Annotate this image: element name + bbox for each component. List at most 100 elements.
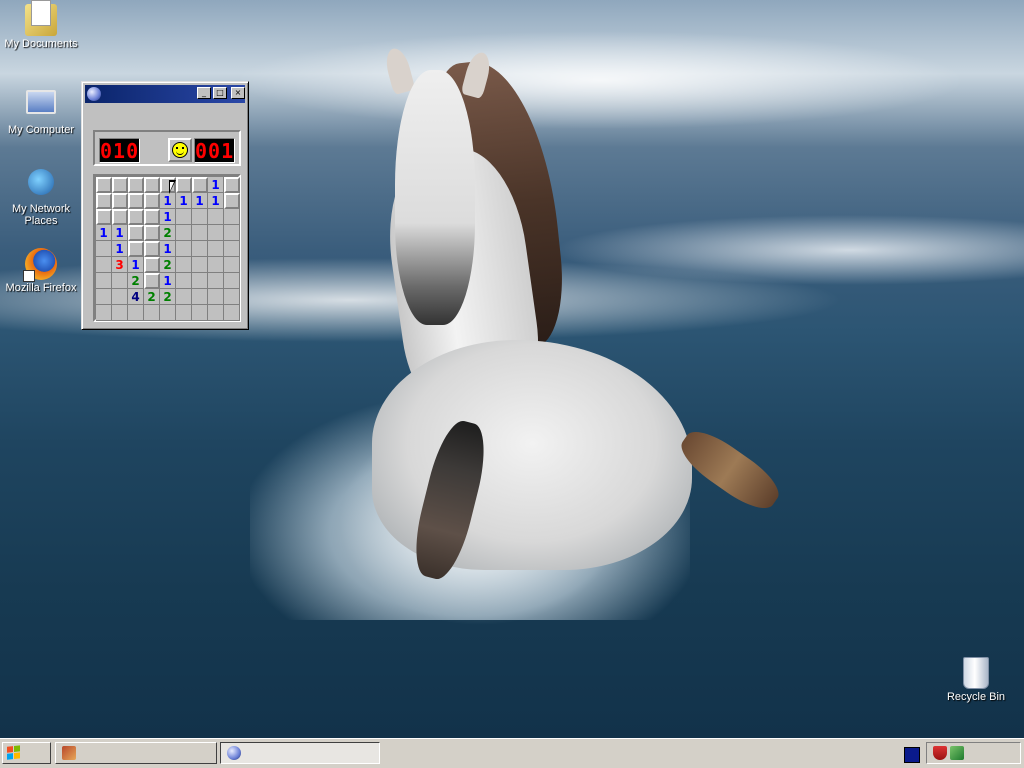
mine-cell[interactable]: 1 [160,209,176,225]
desktop-icon-network-places[interactable]: My Network Places [0,166,82,227]
mine-cell[interactable] [144,177,160,193]
mine-cell[interactable] [224,241,240,257]
mine-cell[interactable] [176,177,192,193]
taskbar-button-firefox[interactable] [55,742,217,764]
mine-cell[interactable] [96,305,112,321]
mine-cell[interactable] [112,289,128,305]
mine-cell[interactable] [208,225,224,241]
reset-button[interactable] [168,138,192,162]
mine-cell[interactable] [96,193,112,209]
mine-cell[interactable]: 1 [160,273,176,289]
mine-cell[interactable] [144,257,160,273]
mine-cell[interactable]: 1 [160,241,176,257]
security-shield-icon[interactable] [933,746,947,760]
mine-cell[interactable]: 1 [128,257,144,273]
mine-cell[interactable] [192,289,208,305]
mine-cell[interactable]: 1 [96,225,112,241]
minesweeper-window[interactable]: _ □ × 010 001 1111111121131221422 [81,81,249,330]
mine-cell[interactable]: 1 [192,193,208,209]
mine-cell[interactable] [208,289,224,305]
mine-cell[interactable] [96,177,112,193]
mine-cell[interactable]: 3 [112,257,128,273]
network-icon[interactable] [950,746,964,760]
mine-cell[interactable] [208,241,224,257]
minesweeper-app-icon[interactable] [87,87,101,101]
mine-cell[interactable] [176,273,192,289]
desktop-icon-my-computer[interactable]: My Computer [0,84,82,136]
mine-cell[interactable] [224,305,240,321]
mine-cell[interactable] [144,273,160,289]
mine-cell[interactable] [144,209,160,225]
mine-cell[interactable] [224,273,240,289]
menu-bar[interactable] [85,104,245,122]
mine-cell[interactable] [224,289,240,305]
mine-cell[interactable]: 2 [160,257,176,273]
mine-cell[interactable] [112,193,128,209]
mine-cell[interactable]: 1 [160,193,176,209]
mine-cell[interactable] [112,305,128,321]
mine-cell[interactable] [96,241,112,257]
mine-cell[interactable] [112,177,128,193]
mine-cell[interactable] [192,225,208,241]
mine-cell[interactable] [208,305,224,321]
desktop-icon-recycle-bin[interactable]: Recycle Bin [935,656,1017,703]
mine-cell[interactable] [176,241,192,257]
mine-cell[interactable] [160,305,176,321]
mine-cell[interactable]: 2 [160,289,176,305]
mine-cell[interactable] [128,305,144,321]
start-button[interactable] [2,742,51,764]
mine-cell[interactable] [192,241,208,257]
mine-cell[interactable] [208,257,224,273]
mine-cell[interactable] [176,225,192,241]
minimize-button[interactable]: _ [197,87,211,99]
mine-cell[interactable] [96,209,112,225]
mine-field[interactable]: 1111111121131221422 [93,174,241,322]
mine-cell[interactable] [192,209,208,225]
mine-cell[interactable] [128,241,144,257]
mine-cell[interactable] [192,177,208,193]
taskbar-button-minesweeper[interactable] [220,742,380,764]
desktop-icon-firefox[interactable]: Mozilla Firefox [0,248,82,294]
mine-cell[interactable] [176,305,192,321]
mine-cell[interactable] [224,177,240,193]
mine-cell[interactable] [208,209,224,225]
mine-cell[interactable] [176,289,192,305]
mine-cell[interactable] [128,225,144,241]
mine-cell[interactable]: 1 [176,193,192,209]
mine-cell[interactable] [144,305,160,321]
window-title-bar[interactable]: _ □ × [85,85,245,103]
mine-cell[interactable] [224,225,240,241]
mine-cell[interactable] [192,273,208,289]
mine-cell[interactable]: 1 [112,241,128,257]
mine-cell[interactable]: 1 [208,193,224,209]
mine-cell[interactable] [192,305,208,321]
mine-cell[interactable]: 2 [144,289,160,305]
mine-cell[interactable] [112,273,128,289]
mine-cell[interactable]: 2 [160,225,176,241]
mine-cell[interactable] [144,193,160,209]
mine-cell[interactable] [208,273,224,289]
mine-cell[interactable] [176,257,192,273]
mine-cell[interactable] [96,289,112,305]
mine-cell[interactable]: 1 [208,177,224,193]
mine-cell[interactable] [224,209,240,225]
mine-cell[interactable] [144,225,160,241]
mine-cell[interactable] [96,257,112,273]
mine-cell[interactable] [224,193,240,209]
mine-cell[interactable] [176,209,192,225]
mine-cell[interactable]: 4 [128,289,144,305]
mine-cell[interactable] [112,209,128,225]
mine-cell[interactable] [128,209,144,225]
mine-cell[interactable]: 2 [128,273,144,289]
mine-cell[interactable] [144,241,160,257]
close-button[interactable]: × [231,87,245,99]
mine-cell[interactable]: 1 [112,225,128,241]
mine-cell[interactable] [96,273,112,289]
quick-launch-icon[interactable] [904,747,920,763]
desktop-icon-my-documents[interactable]: My Documents [0,0,82,50]
mine-cell[interactable] [192,257,208,273]
mine-cell[interactable] [224,257,240,273]
mine-cell[interactable] [128,177,144,193]
maximize-button[interactable]: □ [213,87,227,99]
mine-cell[interactable] [128,193,144,209]
